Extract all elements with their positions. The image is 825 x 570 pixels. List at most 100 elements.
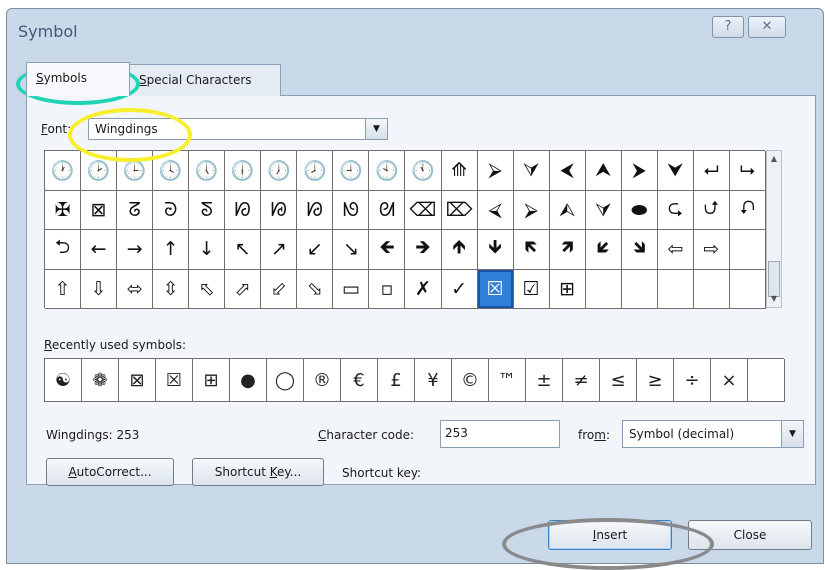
symbol-cell[interactable]: ᘒ: [153, 190, 190, 230]
symbol-cell[interactable]: ᘔ: [117, 190, 154, 230]
recent-symbol-cell[interactable]: ÷: [674, 359, 711, 402]
character-code-input[interactable]: 253: [440, 420, 560, 448]
symbol-cell[interactable]: ⬁: [189, 269, 226, 309]
recent-symbol-cell[interactable]: ☯: [45, 359, 82, 402]
recent-symbol-cell[interactable]: ☒: [156, 359, 193, 402]
close-icon[interactable]: ✕: [748, 16, 786, 38]
recent-symbol-cell[interactable]: ≤: [600, 359, 637, 402]
symbol-cell[interactable]: 🕚: [405, 151, 442, 191]
tab-special-characters[interactable]: Special Characters: [129, 64, 281, 96]
symbol-cell[interactable]: ᘗ: [225, 190, 262, 230]
symbol-cell[interactable]: ᘕ: [189, 190, 226, 230]
recent-symbol-cell[interactable]: ×: [711, 359, 748, 402]
recent-symbol-cell[interactable]: €: [341, 359, 378, 402]
symbol-cell[interactable]: ↑: [153, 230, 190, 270]
symbol-cell[interactable]: ⬃: [261, 269, 298, 309]
insert-button[interactable]: Insert: [548, 520, 672, 550]
recent-symbol-cell[interactable]: ◯: [267, 359, 304, 402]
symbol-cell[interactable]: 🡽: [549, 230, 586, 270]
symbol-cell[interactable]: 🕕: [225, 151, 262, 191]
symbol-cell[interactable]: ᘚ: [333, 190, 370, 230]
symbol-cell[interactable]: ⇧: [45, 269, 82, 309]
symbol-cell[interactable]: ⇳: [153, 269, 190, 309]
symbol-cell[interactable]: ☒: [477, 269, 514, 309]
tab-symbols[interactable]: Symbols: [26, 62, 130, 96]
symbol-cell[interactable]: ⮝: [585, 151, 622, 191]
autocorrect-button[interactable]: AutoCorrect...: [46, 458, 174, 486]
symbol-cell[interactable]: 🕓: [153, 151, 190, 191]
symbol-cell[interactable]: ☑: [513, 269, 550, 309]
recent-symbol-cell[interactable]: ®: [304, 359, 341, 402]
symbol-cell[interactable]: ᘛ: [369, 190, 406, 230]
symbol-cell[interactable]: ᘙ: [297, 190, 334, 230]
symbol-cell[interactable]: ⇨: [693, 230, 730, 270]
symbol-cell[interactable]: 🡼: [513, 230, 550, 270]
symbol-cell[interactable]: ⮏: [729, 190, 766, 230]
symbol-cell[interactable]: 🡿: [585, 230, 622, 270]
symbol-cell[interactable]: ⬂: [297, 269, 334, 309]
symbol-cell[interactable]: ⮍: [693, 190, 730, 230]
recent-symbol-cell[interactable]: ©: [452, 359, 489, 402]
symbol-cell[interactable]: ⌫: [405, 190, 442, 230]
symbol-cell[interactable]: ←: [81, 230, 118, 270]
symbol-cell[interactable]: 🕐: [45, 151, 82, 191]
symbol-cell[interactable]: 🕒: [117, 151, 154, 191]
close-button[interactable]: Close: [688, 520, 812, 550]
symbol-cell[interactable]: ⮟: [657, 151, 694, 191]
symbol-cell[interactable]: [621, 269, 658, 309]
recent-symbol-cell[interactable]: ™: [489, 359, 526, 402]
symbol-cell[interactable]: 🡾: [621, 230, 658, 270]
recent-symbol-cell[interactable]: ●: [230, 359, 267, 402]
symbol-cell[interactable]: [729, 230, 766, 270]
symbol-cell[interactable]: ⇩: [81, 269, 118, 309]
symbol-cell[interactable]: ⮞: [621, 151, 658, 191]
symbol-cell[interactable]: [657, 269, 694, 309]
symbol-cell[interactable]: ✗: [405, 269, 442, 309]
symbol-grid-scrollbar[interactable]: ▲ ▼: [766, 150, 782, 308]
symbol-cell[interactable]: ⮜: [549, 151, 586, 191]
symbol-cell[interactable]: 🕑: [81, 151, 118, 191]
symbol-cell[interactable]: 🡻: [477, 230, 514, 270]
scroll-up-icon[interactable]: ▲: [767, 152, 781, 166]
font-dropdown[interactable]: Wingdings ▼: [88, 118, 388, 140]
symbol-cell[interactable]: [585, 269, 622, 309]
symbol-cell[interactable]: 🡺: [405, 230, 442, 270]
symbol-cell[interactable]: 🡹: [441, 230, 478, 270]
symbol-cell[interactable]: [729, 269, 766, 309]
symbol-cell[interactable]: 🕗: [297, 151, 334, 191]
symbol-cell[interactable]: ⬬: [621, 190, 658, 230]
symbol-cell[interactable]: ⮚: [513, 190, 550, 230]
symbol-cell[interactable]: 🕘: [333, 151, 370, 191]
symbol-cell[interactable]: ⇦: [657, 230, 694, 270]
recent-symbol-cell[interactable]: £: [378, 359, 415, 402]
from-dropdown[interactable]: Symbol (decimal) ▼: [622, 420, 804, 448]
recent-symbol-cell[interactable]: ⊠: [119, 359, 156, 402]
recent-symbol-cell[interactable]: ≥: [637, 359, 674, 402]
symbol-cell[interactable]: ⮙: [549, 190, 586, 230]
symbol-cell[interactable]: ⮌: [45, 230, 82, 270]
recent-symbol-cell[interactable]: ±: [526, 359, 563, 402]
symbol-cell[interactable]: ⮚: [477, 151, 514, 191]
symbol-cell[interactable]: ▫: [369, 269, 406, 309]
recent-symbol-cell[interactable]: ❁: [82, 359, 119, 402]
symbol-cell[interactable]: ⟰: [441, 151, 478, 191]
shortcut-key-button[interactable]: Shortcut Key...: [192, 458, 324, 486]
help-button[interactable]: ?: [712, 16, 744, 38]
symbol-cell[interactable]: ⬀: [225, 269, 262, 309]
symbol-cell[interactable]: ⮡: [729, 151, 766, 191]
symbol-cell[interactable]: ⮛: [513, 151, 550, 191]
recent-symbol-cell[interactable]: ⊞: [193, 359, 230, 402]
symbol-cell[interactable]: ⌦: [441, 190, 478, 230]
symbol-cell[interactable]: 🡸: [369, 230, 406, 270]
symbol-cell[interactable]: [693, 269, 730, 309]
recent-symbol-cell[interactable]: [748, 359, 785, 402]
symbol-cell[interactable]: ⊞: [549, 269, 586, 309]
symbol-cell[interactable]: ✠: [45, 190, 82, 230]
symbol-cell[interactable]: ⮎: [657, 190, 694, 230]
symbol-cell[interactable]: ⮠: [693, 151, 730, 191]
symbol-cell[interactable]: ↙: [297, 230, 334, 270]
scroll-down-icon[interactable]: ▼: [767, 292, 781, 306]
symbol-cell[interactable]: ⮛: [585, 190, 622, 230]
symbol-cell[interactable]: ▭: [333, 269, 370, 309]
recent-symbol-cell[interactable]: ≠: [563, 359, 600, 402]
